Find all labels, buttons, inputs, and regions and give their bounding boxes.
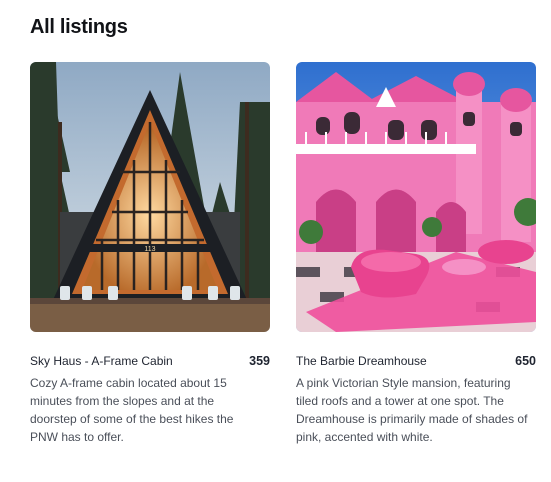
- listing-card-cabin[interactable]: 113 Sky Haus - A-Frame Cabin 359 Cozy A-…: [30, 62, 270, 446]
- listing-meta-cabin: Sky Haus - A-Frame Cabin 359: [30, 354, 270, 368]
- listing-title[interactable]: Sky Haus - A-Frame Cabin: [30, 354, 173, 368]
- listing-title[interactable]: The Barbie Dreamhouse: [296, 354, 427, 368]
- listings-page: All listings 113 Sky Haus - A-Frame Cabi…: [0, 0, 551, 482]
- listing-price: 650: [515, 354, 536, 368]
- listing-meta-dreamhouse: The Barbie Dreamhouse 650: [296, 354, 536, 368]
- listing-description: Cozy A-frame cabin located about 15 minu…: [30, 376, 234, 444]
- listing-image-dreamhouse[interactable]: [296, 62, 536, 332]
- page-title: All listings: [30, 16, 128, 38]
- cabin-sign-number: 113: [144, 246, 155, 253]
- listing-description: A pink Victorian Style mansion, featurin…: [296, 376, 528, 444]
- listing-price: 359: [249, 354, 270, 368]
- listing-image-cabin[interactable]: 113: [30, 62, 270, 332]
- listing-card-dreamhouse[interactable]: The Barbie Dreamhouse 650 A pink Victori…: [296, 62, 536, 446]
